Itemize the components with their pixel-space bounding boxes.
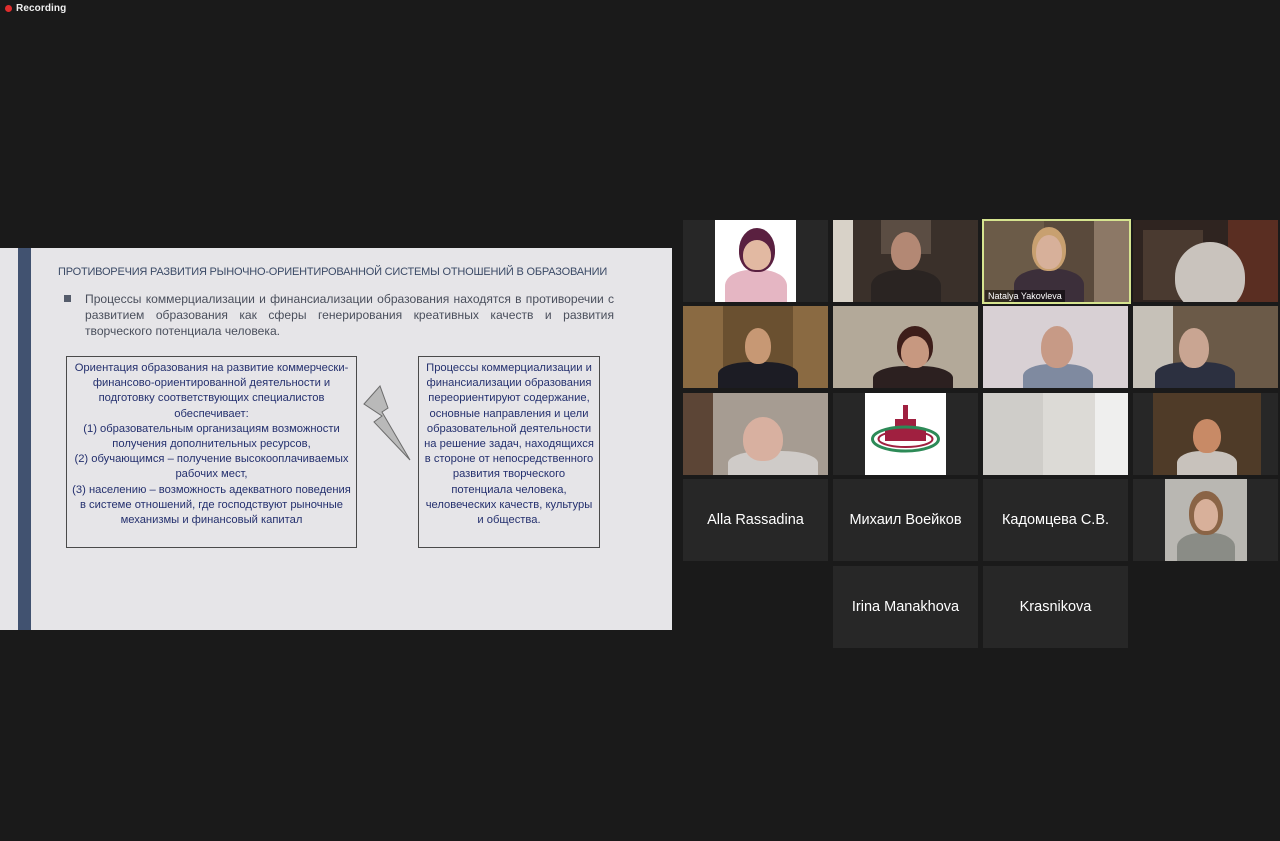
- participant-name: Alla Rassadina: [707, 512, 804, 528]
- slide-left-box-text: Ориентация образования на развитие комме…: [72, 362, 351, 527]
- recording-indicator: Recording: [5, 1, 66, 15]
- participant-name: Кадомцева С.В.: [1001, 512, 1110, 528]
- participant-video: [1153, 393, 1261, 475]
- participant-tile[interactable]: [683, 220, 828, 302]
- participant-video: [683, 306, 828, 388]
- slide-right-box-text: Процессы коммерциализации и финансиализа…: [424, 362, 594, 527]
- recording-label: Recording: [16, 2, 67, 14]
- participant-tile[interactable]: Irina Manakhova: [833, 566, 978, 648]
- participant-name: Irina Manakhova: [851, 599, 960, 615]
- bullet-square-icon: [64, 295, 71, 302]
- participant-tile[interactable]: [683, 393, 828, 475]
- participant-tile[interactable]: Alla Rassadina: [683, 479, 828, 561]
- participant-tile[interactable]: [833, 306, 978, 388]
- participant-tile[interactable]: [1133, 393, 1278, 475]
- participant-tile[interactable]: [833, 220, 978, 302]
- participant-video: [833, 220, 978, 302]
- active-speaker-name: Natalya Yakovleva: [985, 290, 1065, 302]
- participant-video: [715, 220, 796, 302]
- participant-tile[interactable]: Krasnikova: [983, 566, 1128, 648]
- recording-dot-icon: [5, 4, 12, 12]
- shared-screen-slide: ПРОТИВОРЕЧИЯ РАЗВИТИЯ РЫНОЧНО-ОРИЕНТИРОВ…: [0, 248, 672, 630]
- slide-left-box: Ориентация образования на развитие комме…: [66, 356, 357, 548]
- participant-video: [833, 306, 978, 388]
- slide-bullet-text: Процессы коммерциализации и финансиализа…: [85, 292, 614, 338]
- participant-video: [1133, 306, 1278, 388]
- slide-title: ПРОТИВОРЕЧИЯ РАЗВИТИЯ РЫНОЧНО-ОРИЕНТИРОВ…: [58, 266, 608, 278]
- lightning-bolt-icon: [363, 385, 411, 461]
- participant-tile[interactable]: [683, 306, 828, 388]
- participant-tile[interactable]: [983, 393, 1128, 475]
- participant-video: [1165, 479, 1247, 561]
- participant-name: Krasnikova: [1019, 599, 1092, 615]
- slide-accent-bar: [18, 248, 31, 630]
- participant-tile[interactable]: [983, 306, 1128, 388]
- participant-logo: [865, 393, 946, 475]
- participant-video: [1133, 220, 1278, 302]
- participant-video: [983, 393, 1128, 475]
- participant-tile[interactable]: [1133, 479, 1278, 561]
- university-logo-icon: [871, 405, 940, 453]
- participant-video: [983, 306, 1128, 388]
- participant-tile-active[interactable]: Natalya Yakovleva: [982, 219, 1131, 304]
- participant-tile[interactable]: [833, 393, 978, 475]
- participant-video: [683, 393, 828, 475]
- participant-tile[interactable]: Кадомцева С.В.: [983, 479, 1128, 561]
- participant-tile[interactable]: [1133, 220, 1278, 302]
- participant-tile[interactable]: Михаил Воейков: [833, 479, 978, 561]
- participant-tile[interactable]: [1133, 306, 1278, 388]
- participant-name: Михаил Воейков: [849, 512, 962, 528]
- slide-right-box: Процессы коммерциализации и финансиализа…: [418, 356, 600, 548]
